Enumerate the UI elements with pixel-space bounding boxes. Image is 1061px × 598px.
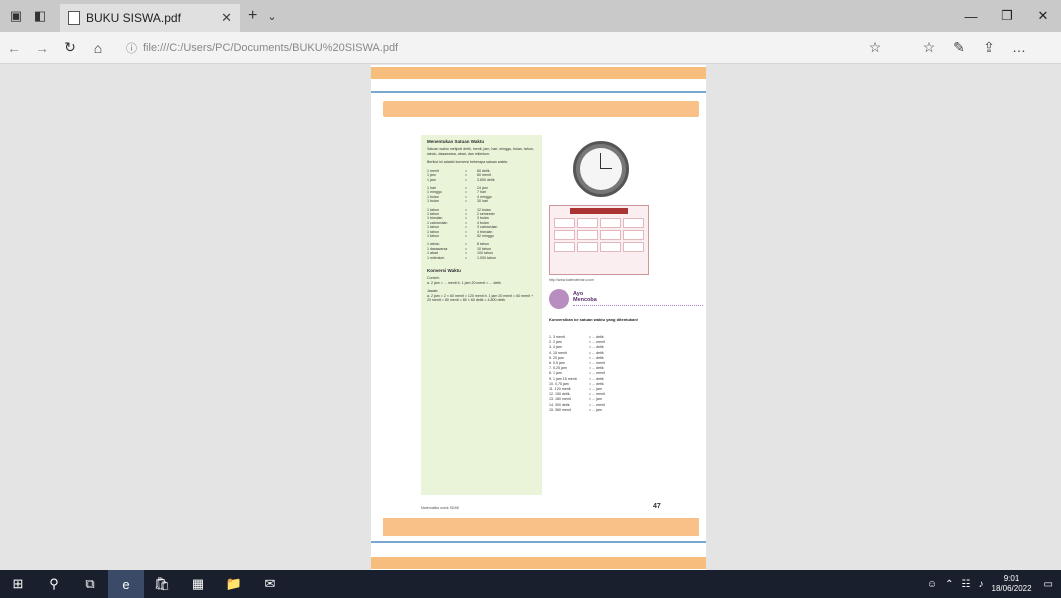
info-panel: Menentukan Satuan Waktu Satuan waktu mel… — [421, 135, 542, 495]
share-icon[interactable]: ⇪ — [974, 39, 1004, 56]
refresh-icon[interactable]: ↻ — [56, 39, 84, 56]
exercise-item: 15. 360 menit = ... jam — [549, 407, 602, 412]
browser-tab[interactable]: BUKU SISWA.pdf ✕ — [60, 4, 240, 32]
tab-title: BUKU SISWA.pdf — [86, 11, 181, 25]
tab-dropdown-icon[interactable]: ⌄ — [267, 10, 276, 23]
taskbar: ⊞ ⚲ ⧉ e 🛍 ▦ 📁 ✉ ☺ ⌃ ☷ ♪ 9:01 18/06/2022 … — [0, 570, 1061, 598]
url-field[interactable]: ⓘ file:///C:/Users/PC/Documents/BUKU%20S… — [126, 37, 850, 59]
footer-band — [383, 518, 699, 536]
network-icon[interactable]: ☷ — [962, 579, 971, 590]
favorite-star-icon[interactable]: ☆ — [860, 39, 890, 56]
calendar-illustration — [549, 205, 649, 275]
back-icon[interactable]: ← — [0, 40, 28, 56]
bottom-rule — [371, 541, 706, 543]
home-icon[interactable]: ⌂ — [84, 40, 112, 56]
info-intro: Satuan waktu meliputi detik, menit, jam,… — [427, 147, 534, 156]
store-icon[interactable]: 🛍 — [144, 570, 180, 598]
header-band — [383, 101, 699, 117]
toolbar: ☆ ☆ ✎ ⇪ … — [860, 39, 1034, 56]
footer-text: Matematika untuk SD/MI — [421, 506, 460, 510]
pdf-viewer[interactable]: Menentukan Satuan Waktu Satuan waktu mel… — [0, 65, 1061, 570]
address-bar: ← → ↻ ⌂ ⓘ file:///C:/Users/PC/Documents/… — [0, 32, 1061, 64]
close-window-icon[interactable]: ✕ — [1025, 0, 1061, 32]
people-icon[interactable]: ☺ — [927, 579, 937, 590]
title-bar: ▣ ◧ BUKU SISWA.pdf ✕ + ⌄ — ❐ ✕ — [0, 0, 1061, 32]
search-icon[interactable]: ⚲ — [36, 570, 72, 598]
system-clock[interactable]: 9:01 18/06/2022 — [992, 574, 1032, 594]
conversion-row: 1 milenium = 1.000 tahun — [427, 255, 496, 260]
url-text: file:///C:/Users/PC/Documents/BUKU%20SIS… — [143, 41, 399, 54]
minimize-icon[interactable]: — — [953, 0, 989, 32]
volume-icon[interactable]: ♪ — [979, 579, 984, 590]
forward-icon[interactable]: → — [28, 40, 56, 56]
more-icon[interactable]: … — [1004, 39, 1034, 56]
new-tab-icon[interactable]: + — [248, 7, 257, 25]
pdf-page: Menentukan Satuan Waktu Satuan waktu mel… — [371, 65, 706, 570]
top-rule — [371, 91, 706, 93]
close-tab-icon[interactable]: ✕ — [221, 10, 232, 26]
page-number: 47 — [653, 503, 661, 510]
mail-icon[interactable]: ✉ — [252, 570, 288, 598]
ayo-mencoba-header: Ayo Mencoba — [549, 289, 709, 313]
tab-actions-icon[interactable]: ▣ — [8, 8, 24, 24]
edge-browser-icon[interactable]: e — [108, 570, 144, 598]
clock-illustration — [573, 141, 629, 197]
window-controls: — ❐ ✕ — [953, 0, 1061, 32]
student-avatar — [549, 289, 569, 309]
notification-icon[interactable]: ▭ — [1044, 579, 1053, 590]
app-icon[interactable]: ▦ — [180, 570, 216, 598]
top-stripe — [371, 67, 706, 79]
ayo-title: Ayo Mencoba — [573, 291, 597, 303]
notes-icon[interactable]: ✎ — [944, 39, 974, 56]
exercise-title: Konversikan ke satuan waktu yang ditentu… — [549, 317, 639, 322]
maximize-icon[interactable]: ❐ — [989, 0, 1025, 32]
exercise-list: 1. 3 menit = ... detik 2. 2 jam = ... menit… — [549, 335, 699, 413]
next-page-stripe — [371, 557, 706, 569]
clock-date: 18/06/2022 — [991, 584, 1032, 593]
calendar-caption: http://www.kalenderbaru.com — [549, 278, 595, 282]
favorites-icon[interactable]: ☆ — [914, 39, 944, 56]
system-tray: ☺ ⌃ ☷ ♪ 9:01 18/06/2022 ▭ — [927, 570, 1061, 598]
tray-overflow-icon[interactable]: ⌃ — [945, 579, 953, 590]
pdf-file-icon — [68, 11, 80, 25]
info-icon: ⓘ — [126, 42, 137, 55]
tab-list-icon[interactable]: ◧ — [32, 8, 48, 24]
conversion-list: 1 menit = 60 detik 1 jam = 60 menit 1 jam = 3.60… — [427, 169, 536, 260]
info-sub: Berikut ini adalah konversi beberapa sat… — [427, 160, 509, 165]
task-view-icon[interactable]: ⧉ — [72, 570, 108, 598]
contoh-text: a. 2 jam = ... menit b. 1 jam 20 menit =… — [427, 280, 501, 285]
clock-time: 9:01 — [1003, 574, 1020, 583]
windows-start-icon[interactable]: ⊞ — [0, 570, 36, 598]
jawab-text: a. 2 jam = 2 × 60 menit = 120 menit b. 1… — [427, 293, 534, 303]
file-explorer-icon[interactable]: 📁 — [216, 570, 252, 598]
info-title: Menentukan Satuan Waktu — [427, 139, 485, 144]
info-title-2: Konversi Waktu — [427, 268, 461, 274]
